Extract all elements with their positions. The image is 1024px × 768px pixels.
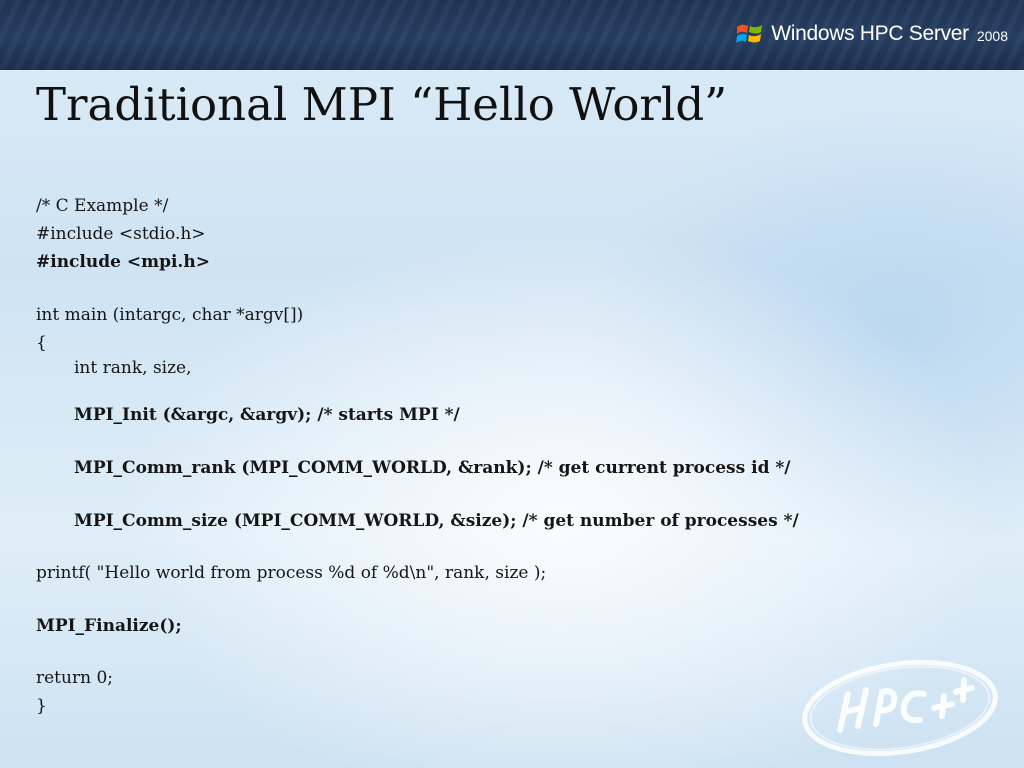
code-line-main-signature: int main (intargc, char *argv[]) (36, 305, 304, 325)
code-line-open-brace: { (36, 333, 47, 353)
code-line-printf: printf( "Hello world from process %d of … (36, 563, 547, 583)
code-line-return: return 0; (36, 668, 113, 688)
brand-year: 2008 (976, 28, 1008, 44)
code-line-include-mpi: #include <mpi.h> (36, 252, 210, 272)
code-line-comment: /* C Example */ (36, 196, 169, 216)
code-line-declarations: int rank, size, (74, 358, 192, 378)
brand: Windows HPC Server 2008 (735, 18, 1008, 50)
code-line-include-stdio: #include <stdio.h> (36, 224, 206, 244)
windows-flag-icon (736, 24, 763, 43)
code-line-mpi-finalize: MPI_Finalize(); (36, 616, 182, 636)
code-line-mpi-comm-rank: MPI_Comm_rank (MPI_COMM_WORLD, &rank); /… (74, 458, 791, 478)
code-line-close-brace: } (36, 696, 47, 716)
slide-title: Traditional MPI “Hello World” (36, 78, 728, 131)
top-banner: Windows HPC Server 2008 (0, 0, 1024, 70)
hpc-plus-plus-stamp (802, 659, 998, 757)
code-line-mpi-comm-size: MPI_Comm_size (MPI_COMM_WORLD, &size); /… (74, 511, 799, 531)
code-line-mpi-init: MPI_Init (&argc, &argv); /* starts MPI *… (74, 405, 460, 425)
brand-name: Windows HPC Server (771, 22, 969, 45)
